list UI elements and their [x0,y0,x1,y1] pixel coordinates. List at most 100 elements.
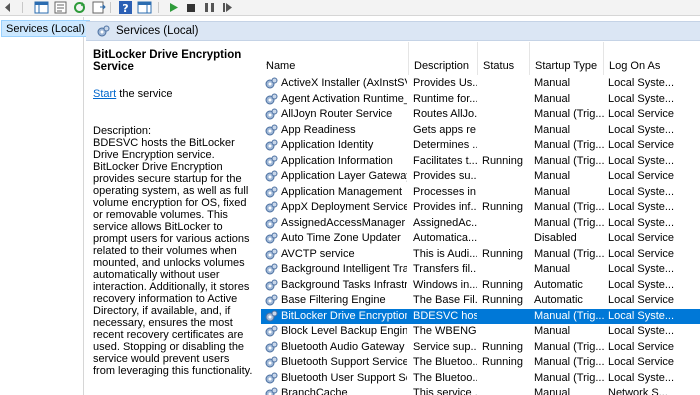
table-row[interactable]: Agent Activation Runtime_... Runtime for.… [261,92,700,108]
service-startup-type: Automatic [534,278,583,291]
service-name: Bluetooth Support Service [281,356,407,368]
service-name: Bluetooth Audio Gateway S... [281,340,407,353]
service-name: Bluetooth User Support Ser... [281,371,407,384]
refresh-icon[interactable] [72,1,87,14]
service-log-on-as: Local Syste... [608,92,675,105]
gear-icon [265,232,278,244]
svg-text:?: ? [122,2,128,14]
toolbar: ? [0,0,700,16]
service-name: BranchCache [281,387,348,395]
table-row[interactable]: Auto Time Zone Updater Automatica... Disab… [261,231,700,247]
table-row[interactable]: ActiveX Installer (AxInstSV) Provides Us.… [261,76,700,92]
column-header-label: Description [414,60,470,72]
service-log-on-as: Local Syste... [608,263,675,275]
gear-icon [265,279,278,290]
table-row[interactable]: AllJoyn Router Service Routes AllJo... Man… [261,107,700,123]
back-icon[interactable] [2,1,17,14]
service-startup-type: Manual (Trig... [534,216,604,229]
action-suffix: the service [116,88,173,100]
pause-icon[interactable] [202,1,217,14]
gear-icon [265,108,278,120]
column-header-label: Log On As [609,60,661,72]
toolbar-separator [22,2,23,13]
column-header-log-on-as[interactable]: Log On As [604,42,700,75]
service-startup-type: Manual [534,92,571,105]
service-status: Running [482,356,523,368]
show-hide-console-tree-icon[interactable] [34,1,49,14]
service-description: Determines ... [413,139,477,151]
service-startup-type: Automatic [534,294,583,306]
table-row[interactable]: Base Filtering Engine The Base Fil... Runn… [261,293,700,309]
table-row[interactable]: BitLocker Drive Encryption ... BDESVC hos… [261,308,700,324]
service-status: Running [482,340,523,353]
table-row[interactable]: App Readiness Gets apps re... Manual Local … [261,123,700,139]
column-header-status[interactable]: Status [478,42,530,75]
table-row[interactable]: AppX Deployment Service (... Provides inf… [261,200,700,216]
service-description: Transfers fil... [413,263,477,275]
table-row[interactable]: BranchCache This service ... Manual Network… [261,386,700,395]
service-action: Start the service [93,88,254,100]
service-log-on-as: Local Service [608,139,675,151]
table-row[interactable]: Bluetooth Support Service The Bluetoo... R… [261,355,700,371]
service-name: Block Level Backup Engine ... [281,325,407,337]
export-list-icon[interactable] [91,1,106,14]
column-header-description[interactable]: Description [409,42,478,75]
console-tree: Services (Local) [0,17,90,395]
service-startup-type: Manual (Trig... [534,154,604,167]
service-name: ActiveX Installer (AxInstSV) [281,77,407,89]
column-header-name[interactable]: ^ Name [261,42,409,75]
tree-item-services-local[interactable]: Services (Local) [1,20,90,37]
service-name: App Readiness [281,123,356,136]
service-startup-type: Manual (Trig... [534,139,604,151]
panel-title: Services (Local) [116,25,199,37]
service-log-on-as: Local Syste... [608,154,675,167]
toolbar-separator [158,2,159,13]
stop-icon[interactable] [184,1,199,14]
gear-icon [265,263,278,275]
gear-icon [265,77,278,89]
service-description: Service sup... [413,340,477,353]
panel-header: Services (Local) [86,21,700,41]
table-row[interactable]: Bluetooth Audio Gateway S... Service sup.… [261,340,700,356]
service-log-on-as: Local Service [608,108,675,120]
service-name: Application Management [281,185,403,198]
column-header-label: Name [266,60,296,72]
table-row[interactable]: Background Intelligent Tran... Transfers … [261,262,700,278]
gear-icon [265,201,278,213]
table-row[interactable]: Block Level Backup Engine ... The WBENG..… [261,324,700,340]
service-startup-type: Manual (Trig... [534,309,604,322]
table-row[interactable]: Application Information Facilitates t... R… [261,154,700,170]
service-startup-type: Manual (Trig... [534,340,604,353]
service-name: Base Filtering Engine [281,294,386,306]
restart-icon[interactable] [220,1,235,14]
play-icon[interactable] [166,1,181,14]
table-row[interactable]: Application Identity Determines ... Manual… [261,138,700,154]
service-description: Processes in... [413,185,477,198]
main-panel: Services (Local) BitLocker Drive Encrypt… [86,17,700,395]
gear-icon [265,170,278,182]
column-header-startup-type[interactable]: Startup Type [530,42,604,75]
action-pane-icon[interactable] [137,1,152,14]
gear-icon [265,217,278,228]
service-description: Routes AllJo... [413,108,477,120]
table-row[interactable]: Application Management Processes in... Man… [261,185,700,201]
service-log-on-as: Local Service [608,247,675,260]
table-row[interactable]: Application Layer Gateway ... Provides su… [261,169,700,185]
gear-icon [265,387,278,395]
service-startup-type: Manual [534,77,571,89]
table-row[interactable]: Bluetooth User Support Ser... The Bluetoo… [261,371,700,387]
service-startup-type: Manual (Trig... [534,201,604,213]
table-row[interactable]: Background Tasks Infrastruc... Windows in… [261,278,700,294]
help-icon[interactable]: ? [118,1,133,14]
service-details-pane: BitLocker Drive Encryption Service Start… [86,42,261,395]
service-description: Automatica... [413,232,477,244]
service-name: Background Tasks Infrastruc... [281,278,407,291]
description-label: Description: [93,125,152,137]
properties-icon[interactable] [53,1,68,14]
start-service-link[interactable]: Start [93,88,116,100]
services-list: ^ Name Description Status Startup Type L… [261,42,700,395]
service-name: AllJoyn Router Service [281,108,393,120]
gear-icon [265,124,278,135]
table-row[interactable]: AssignedAccessManager Se... AssignedAc...… [261,216,700,232]
table-row[interactable]: AVCTP service This is Audi... Running Manua… [261,247,700,263]
